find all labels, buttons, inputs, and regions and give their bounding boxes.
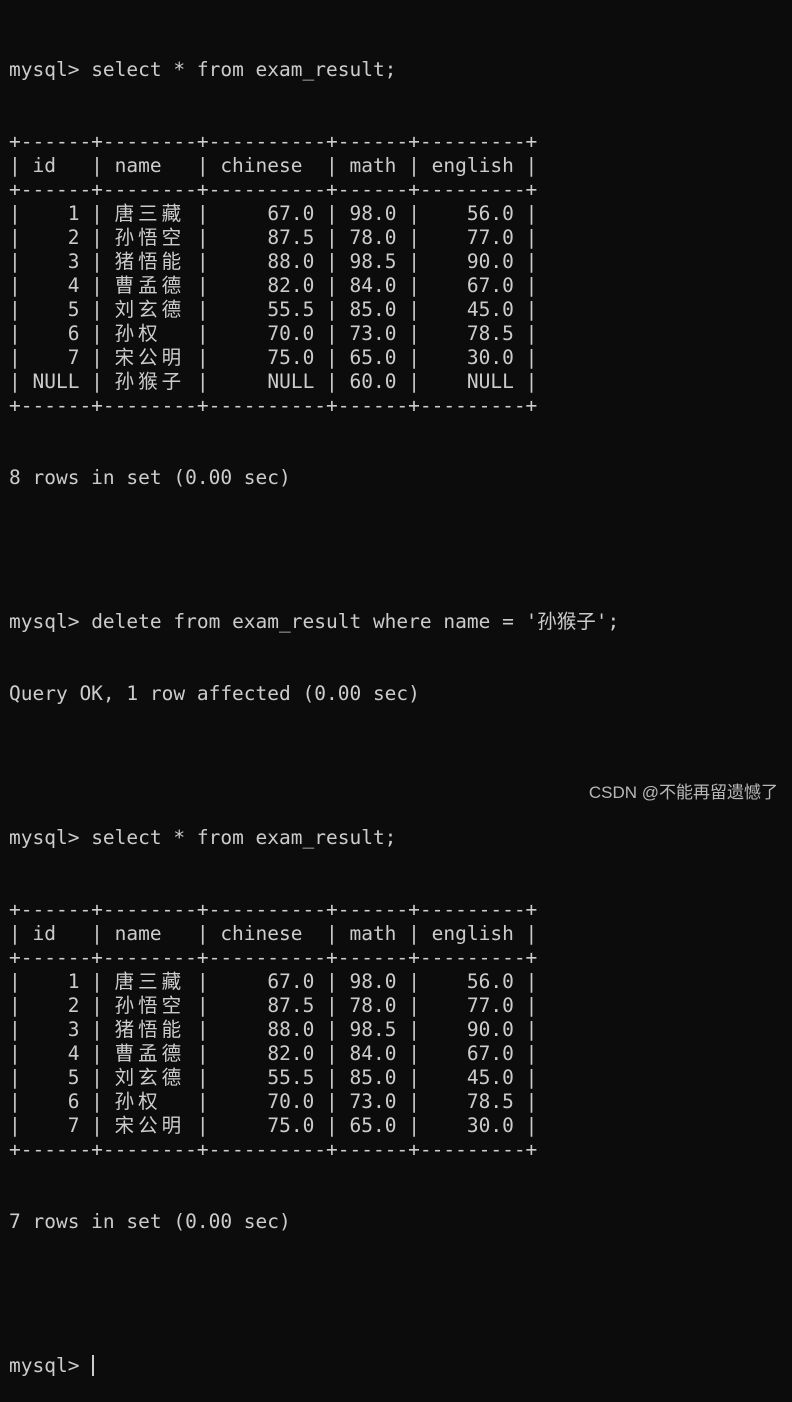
table-header-row: | id | name | chinese | math | english | — [9, 922, 538, 945]
command-line: mysql> select * from exam_result; — [9, 826, 619, 850]
status-line: Query OK, 1 row affected (0.00 sec) — [9, 682, 420, 705]
command-text: select * from exam_result; — [91, 58, 397, 81]
input-line[interactable]: mysql> — [9, 1354, 619, 1378]
table-row: | 7 | 宋公明 | 75.0 | 65.0 | 30.0 | — [9, 346, 538, 369]
table-border: +------+--------+----------+------+-----… — [9, 130, 538, 153]
table-row: | 1 | 唐三藏 | 67.0 | 98.0 | 56.0 | — [9, 202, 538, 225]
table-row: | 5 | 刘玄德 | 55.5 | 85.0 | 45.0 | — [9, 1066, 538, 1089]
command-line: mysql> select * from exam_result; — [9, 58, 619, 82]
table-row: | 5 | 刘玄德 | 55.5 | 85.0 | 45.0 | — [9, 298, 538, 321]
table-row: | 1 | 唐三藏 | 67.0 | 98.0 | 56.0 | — [9, 970, 538, 993]
prompt: mysql> — [9, 610, 92, 633]
table-row: | 2 | 孙悟空 | 87.5 | 78.0 | 77.0 | — [9, 226, 538, 249]
result-table-2: +------+--------+----------+------+-----… — [9, 898, 619, 1162]
table-border: +------+--------+----------+------+-----… — [9, 898, 538, 921]
watermark: CSDN @不能再留遗憾了 — [588, 783, 778, 802]
table-row: | 3 | 猪悟能 | 88.0 | 98.5 | 90.0 | — [9, 1018, 538, 1041]
table-border: +------+--------+----------+------+-----… — [9, 946, 538, 969]
result-table-1: +------+--------+----------+------+-----… — [9, 130, 619, 418]
command-line: mysql> delete from exam_result where nam… — [9, 610, 619, 634]
table-row: | 4 | 曹孟德 | 82.0 | 84.0 | 67.0 | — [9, 1042, 538, 1065]
table-border: +------+--------+----------+------+-----… — [9, 1138, 538, 1161]
command-text: select * from exam_result; — [91, 826, 397, 849]
table-row: | NULL | 孙猴子 | NULL | 60.0 | NULL | — [9, 370, 538, 393]
table-row: | 7 | 宋公明 | 75.0 | 65.0 | 30.0 | — [9, 1114, 538, 1137]
table-row: | 4 | 曹孟德 | 82.0 | 84.0 | 67.0 | — [9, 274, 538, 297]
status-line: 7 rows in set (0.00 sec) — [9, 1210, 291, 1233]
table-header-row: | id | name | chinese | math | english | — [9, 154, 538, 177]
table-border: +------+--------+----------+------+-----… — [9, 394, 538, 417]
terminal-output[interactable]: mysql> select * from exam_result; +-----… — [9, 10, 619, 1402]
table-row: | 6 | 孙权 | 70.0 | 73.0 | 78.5 | — [9, 1090, 538, 1113]
command-text: delete from exam_result where name = '孙猴… — [91, 610, 620, 633]
table-row: | 6 | 孙权 | 70.0 | 73.0 | 78.5 | — [9, 322, 538, 345]
table-border: +------+--------+----------+------+-----… — [9, 178, 538, 201]
prompt: mysql> — [9, 1354, 92, 1377]
table-row: | 2 | 孙悟空 | 87.5 | 78.0 | 77.0 | — [9, 994, 538, 1017]
prompt: mysql> — [9, 826, 92, 849]
status-line: 8 rows in set (0.00 sec) — [9, 466, 291, 489]
table-row: | 3 | 猪悟能 | 88.0 | 98.5 | 90.0 | — [9, 250, 538, 273]
text-cursor — [92, 1355, 95, 1376]
prompt: mysql> — [9, 58, 92, 81]
